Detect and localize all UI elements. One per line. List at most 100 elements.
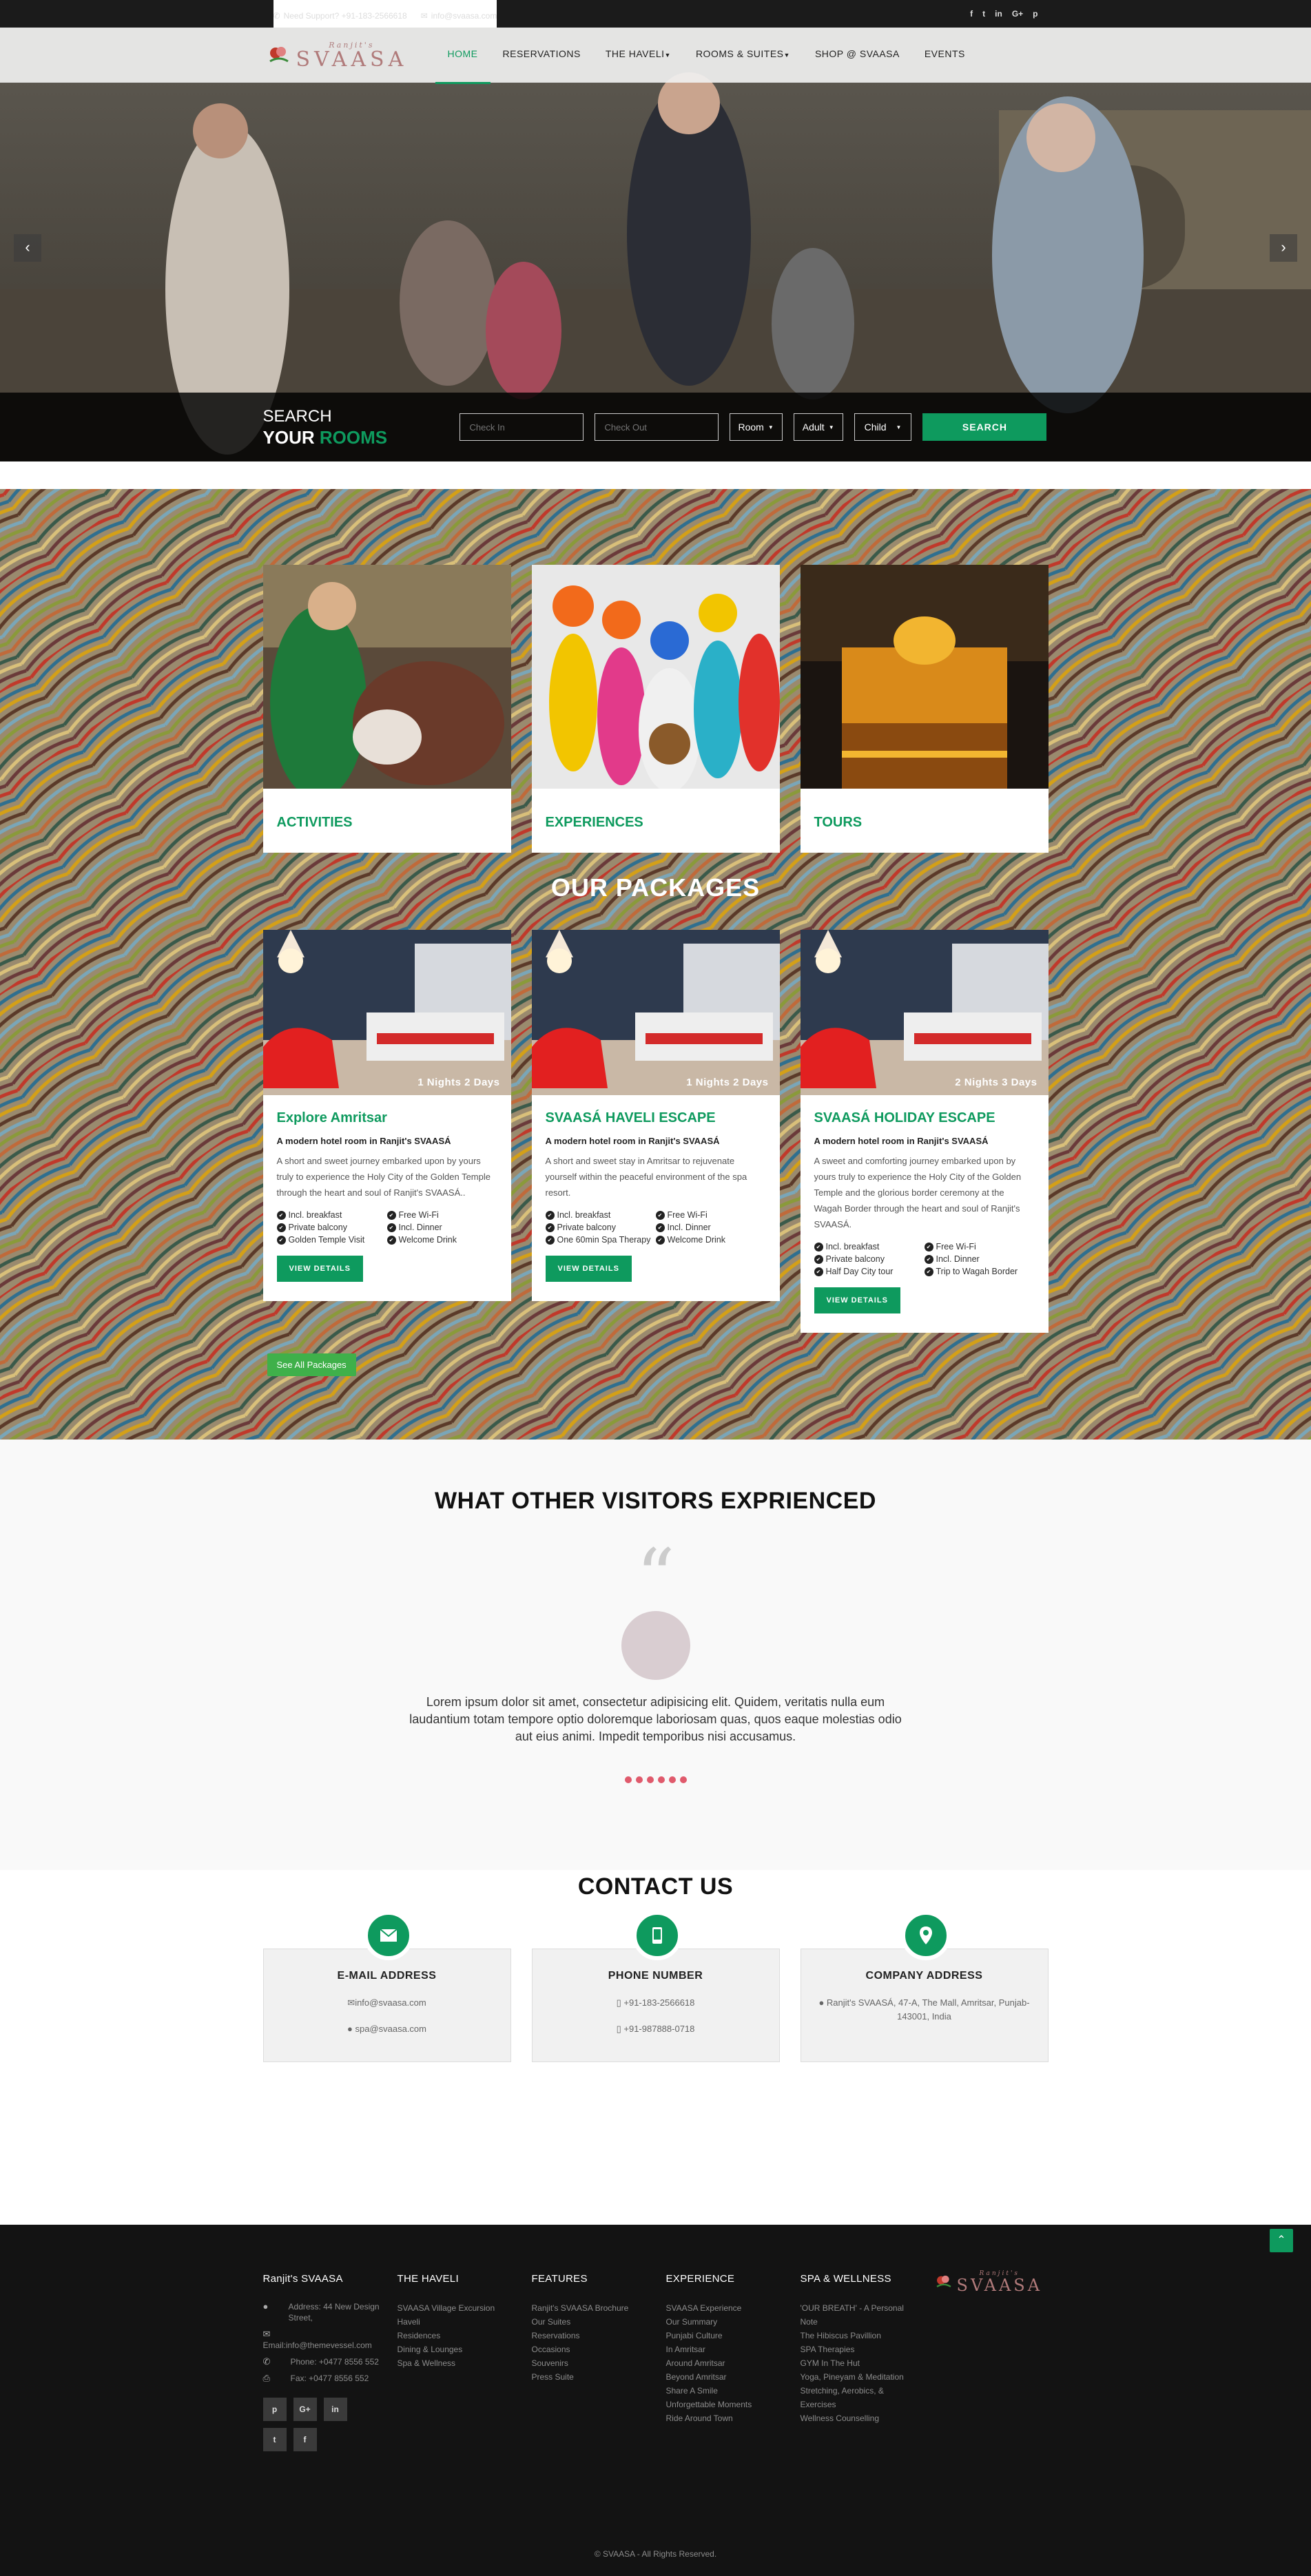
child-select[interactable]: Child ▼	[854, 413, 912, 441]
view-details-button[interactable]: VIEW DETAILS	[545, 1256, 632, 1282]
contact-email-value[interactable]: spa@svaasa.com	[355, 2024, 426, 2034]
globe-icon: ●	[347, 2024, 355, 2034]
nav-item-rooms-suites[interactable]: ROOMS & SUITES▼	[683, 28, 803, 84]
package-subtitle: A modern hotel room in Ranjit's SVAASÁ	[814, 1136, 989, 1146]
check-out-input[interactable]	[594, 413, 719, 441]
footer-link[interactable]: Around Amritsar	[666, 2356, 776, 2370]
nav-item-the-haveli[interactable]: THE HAVELI▼	[593, 28, 683, 84]
topbar-email[interactable]: ✉ info@svaasa.com	[421, 11, 497, 21]
package-card: 2 Nights 3 Days SVAASÁ HOLIDAY ESCAPE A …	[800, 930, 1049, 1333]
footer-link[interactable]: Our Summary	[666, 2315, 776, 2329]
search-button[interactable]: SEARCH	[922, 413, 1047, 441]
adult-select-value: Adult	[802, 422, 825, 433]
footer-link[interactable]: Souvenirs	[532, 2356, 642, 2370]
nav-item-home[interactable]: HOME	[435, 28, 491, 84]
package-title[interactable]: SVAASÁ HOLIDAY ESCAPE	[814, 1110, 1035, 1126]
footer-link[interactable]: Our Suites	[532, 2315, 642, 2329]
feature-item: Private balcony	[814, 1253, 925, 1265]
activity-card-experiences[interactable]: EXPERIENCES	[531, 565, 780, 853]
copyright: © SVAASA - All Rights Reserved.	[594, 2549, 717, 2559]
nav-item-events[interactable]: EVENTS	[912, 28, 978, 84]
footer-link[interactable]: SVAASA Experience	[666, 2301, 776, 2315]
footer-link[interactable]: Residences	[398, 2329, 508, 2343]
footer-link[interactable]: Reservations	[532, 2329, 642, 2343]
package-title[interactable]: Explore Amritsar	[277, 1110, 497, 1126]
pagination-dot[interactable]	[657, 1776, 665, 1783]
package-card: 1 Nights 2 Days Explore Amritsar A moder…	[262, 930, 511, 1301]
footer-link[interactable]: Spa & Wellness	[398, 2356, 508, 2370]
pinterest-icon[interactable]: p	[262, 2398, 287, 2421]
search-title-your: YOUR	[262, 427, 315, 448]
footer-link[interactable]: Occasions	[532, 2343, 642, 2356]
email-text[interactable]: info@svaasa.com	[431, 11, 497, 21]
footer-link[interactable]: Stretching, Aerobics, & Exercises	[801, 2384, 911, 2411]
feature-item: Incl. Dinner	[387, 1221, 497, 1234]
footer-logo[interactable]: Ranjit's SVAASA	[935, 2270, 1049, 2457]
footer-link[interactable]: Yoga, Pineyam & Meditation	[801, 2370, 911, 2384]
footer-link[interactable]: Share A Smile	[666, 2384, 776, 2398]
feature-item: Private balcony	[546, 1221, 656, 1234]
phone-icon: ✆	[273, 10, 280, 21]
footer-link[interactable]: The Hibiscus Pavillion	[801, 2329, 911, 2343]
footer-link[interactable]: Unforgettable Moments	[666, 2398, 776, 2411]
footer-link[interactable]: Ride Around Town	[666, 2411, 776, 2425]
pagination-dot[interactable]	[679, 1776, 687, 1783]
twitter-icon[interactable]: t	[982, 9, 985, 19]
slider-next-arrow[interactable]: ›	[1270, 234, 1297, 262]
googleplus-icon[interactable]: G+	[1012, 9, 1023, 19]
contact-phone-value[interactable]: +91-987888-0718	[623, 2024, 694, 2034]
footer-link[interactable]: Punjabi Culture	[666, 2329, 776, 2343]
pagination-dot[interactable]	[646, 1776, 654, 1783]
facebook-icon[interactable]: f	[970, 9, 973, 19]
footer-link[interactable]: SVAASA Village Excursion Haveli	[398, 2301, 508, 2329]
twitter-icon[interactable]: t	[262, 2428, 287, 2451]
footer-email-text[interactable]: Email:info@themevessel.com	[263, 2340, 398, 2351]
back-to-top-button[interactable]: ⌃	[1270, 2229, 1293, 2252]
activity-card-activities[interactable]: ACTIVITIES	[262, 565, 511, 853]
contact-phone-value[interactable]: +91-183-2566618	[623, 1997, 694, 2008]
room-select[interactable]: Room ▼	[729, 413, 783, 441]
linkedin-icon[interactable]: in	[995, 9, 1002, 19]
footer-email[interactable]: ✉ Email:info@themevessel.com	[263, 2329, 398, 2351]
footer-link[interactable]: Dining & Lounges	[398, 2343, 508, 2356]
see-all-packages-button[interactable]: See All Packages	[267, 1353, 356, 1376]
contact-phone-line[interactable]: ▯ +91-183-2566618	[533, 1996, 779, 2010]
map-marker-icon: ●	[262, 2301, 269, 2312]
linkedin-icon[interactable]: in	[323, 2398, 347, 2421]
pagination-dot[interactable]	[624, 1776, 632, 1783]
package-subtitle: A modern hotel room in Ranjit's SVAASÁ	[545, 1136, 720, 1146]
package-features: Incl. breakfast Free Wi-Fi Private balco…	[277, 1209, 497, 1246]
googleplus-icon[interactable]: G+	[293, 2398, 317, 2421]
envelope-icon: ✉	[420, 10, 428, 21]
activity-caption: ACTIVITIES	[276, 814, 353, 830]
pagination-dot[interactable]	[635, 1776, 643, 1783]
contact-email-line[interactable]: ✉info@svaasa.com	[264, 1996, 510, 2010]
footer-link[interactable]: In Amritsar	[666, 2343, 776, 2356]
testimonial-pagination	[0, 1776, 1311, 1783]
pagination-dot[interactable]	[668, 1776, 676, 1783]
contact-address-line: ● Ranjit's SVAASÁ, 47-A, The Mall, Amrit…	[801, 1996, 1048, 2024]
check-in-input[interactable]	[459, 413, 584, 441]
site-logo[interactable]: Ranjit's SVAASA	[263, 41, 429, 70]
footer-link[interactable]: Wellness Counselling	[801, 2411, 911, 2425]
view-details-button[interactable]: VIEW DETAILS	[814, 1287, 900, 1313]
contact-phone-line[interactable]: ▯ +91-987888-0718	[533, 2022, 779, 2036]
nav-item-reservations[interactable]: RESERVATIONS	[491, 28, 593, 84]
slider-prev-arrow[interactable]: ‹	[14, 234, 41, 262]
footer-link[interactable]: Press Suite	[532, 2370, 642, 2384]
facebook-icon[interactable]: f	[293, 2428, 317, 2451]
adult-select[interactable]: Adult ▼	[793, 413, 843, 441]
footer-link[interactable]: 'OUR BREATH' - A Personal Note	[801, 2301, 911, 2329]
activity-card-tours[interactable]: TOURS	[800, 565, 1049, 853]
footer-link[interactable]: Beyond Amritsar	[666, 2370, 776, 2384]
footer-link[interactable]: SPA Therapies	[801, 2343, 911, 2356]
view-details-button[interactable]: VIEW DETAILS	[276, 1256, 363, 1282]
contact-email-value[interactable]: info@svaasa.com	[355, 1997, 426, 2008]
pinterest-icon[interactable]: p	[1033, 9, 1038, 19]
topbar-social: f t in G+ p	[970, 9, 1038, 19]
footer-link[interactable]: GYM In The Hut	[801, 2356, 911, 2370]
contact-email-line[interactable]: ● spa@svaasa.com	[264, 2022, 510, 2036]
package-title[interactable]: SVAASÁ HAVELI ESCAPE	[546, 1110, 766, 1126]
nav-item-shop[interactable]: SHOP @ SVAASA	[803, 28, 912, 84]
footer-link[interactable]: Ranjit's SVAASA Brochure	[532, 2301, 642, 2315]
